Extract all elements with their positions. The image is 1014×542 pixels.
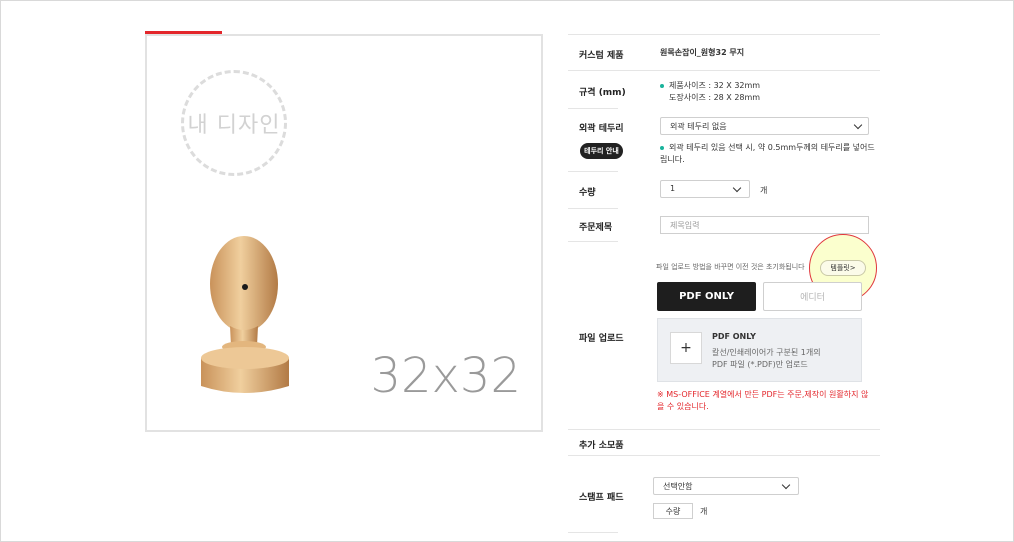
- stamp-pad-unit: 개: [700, 507, 708, 516]
- tab-pdf-only[interactable]: PDF ONLY: [657, 282, 756, 311]
- row-divider: [568, 532, 618, 533]
- row-divider: [568, 241, 618, 242]
- spec-label: 규격 (mm): [579, 88, 626, 98]
- quantity-select-value: 1: [670, 184, 676, 193]
- upload-warning: ※ MS-OFFICE 계열에서 만든 PDF는 주문,제작이 원활하지 않을 …: [657, 390, 869, 411]
- stamp-pad-qty-input[interactable]: 수량: [653, 503, 693, 519]
- border-label: 외곽 테두리: [579, 124, 624, 134]
- upload-notice: 파일 업로드 방법을 바꾸면 이전 것은 초기화됩니다: [656, 263, 805, 271]
- stamp-pad-label: 스탬프 패드: [579, 493, 624, 503]
- upload-box-desc-2: PDF 파일 (*.PDF)만 업로드: [712, 360, 808, 369]
- bullet-icon: [660, 84, 664, 88]
- row-divider: [568, 208, 618, 209]
- product-preview: 내 디자인 32x32: [145, 34, 543, 432]
- quantity-select[interactable]: 1: [660, 180, 750, 198]
- quantity-label: 수량: [579, 188, 596, 198]
- my-design-badge: 내 디자인: [181, 70, 287, 176]
- product-label: 커스텀 제품: [579, 51, 624, 61]
- size-label: 32x32: [370, 348, 521, 404]
- border-guide-button[interactable]: 테두리 안내: [580, 143, 623, 159]
- stamp-pad-select[interactable]: 선택안함: [653, 477, 799, 495]
- stamp-pad-select-value: 선택안함: [663, 482, 693, 491]
- extras-label: 추가 소모품: [579, 441, 624, 451]
- spec-product-size: 제품사이즈 : 32 X 32mm: [669, 81, 761, 90]
- border-select-value: 외곽 테두리 없음: [670, 122, 727, 131]
- border-select[interactable]: 외곽 테두리 없음: [660, 117, 869, 135]
- row-divider: [568, 455, 880, 456]
- quantity-unit: 개: [760, 186, 768, 195]
- row-divider: [568, 34, 880, 35]
- chevron-down-icon: [853, 120, 863, 130]
- order-title-input[interactable]: 제목입력: [660, 216, 869, 234]
- upload-box-desc-1: 칼선/인쇄레이어가 구분된 1개의: [712, 348, 821, 357]
- my-design-badge-label: 내 디자인: [187, 113, 281, 138]
- order-title-label: 주문제목: [579, 223, 613, 233]
- tab-editor[interactable]: 에디터: [763, 282, 862, 311]
- row-divider: [568, 108, 618, 109]
- upload-label: 파일 업로드: [579, 334, 624, 344]
- chevron-down-icon: [781, 480, 791, 490]
- upload-box-title: PDF ONLY: [712, 332, 756, 341]
- chevron-down-icon: [732, 183, 742, 193]
- spec-stamp-size: 도장사이즈 : 28 X 28mm: [669, 93, 761, 102]
- product-value: 원목손잡이_원형32 무지: [660, 48, 745, 57]
- row-divider: [568, 70, 880, 71]
- add-file-button[interactable]: +: [670, 332, 702, 364]
- upload-dropzone[interactable]: + PDF ONLY 칼선/인쇄레이어가 구분된 1개의 PDF 파일 (*.P…: [657, 318, 862, 382]
- border-note-line2: 립니다.: [660, 155, 685, 164]
- border-note-line1: 외곽 테두리 있음 선택 시, 약 0.5mm두께의 테두리를 넣어드: [669, 143, 875, 152]
- wooden-stamp-image: [201, 236, 289, 393]
- template-button[interactable]: 템플릿>: [820, 260, 866, 276]
- bullet-icon: [660, 146, 664, 150]
- row-divider: [568, 429, 880, 430]
- row-divider: [568, 171, 618, 172]
